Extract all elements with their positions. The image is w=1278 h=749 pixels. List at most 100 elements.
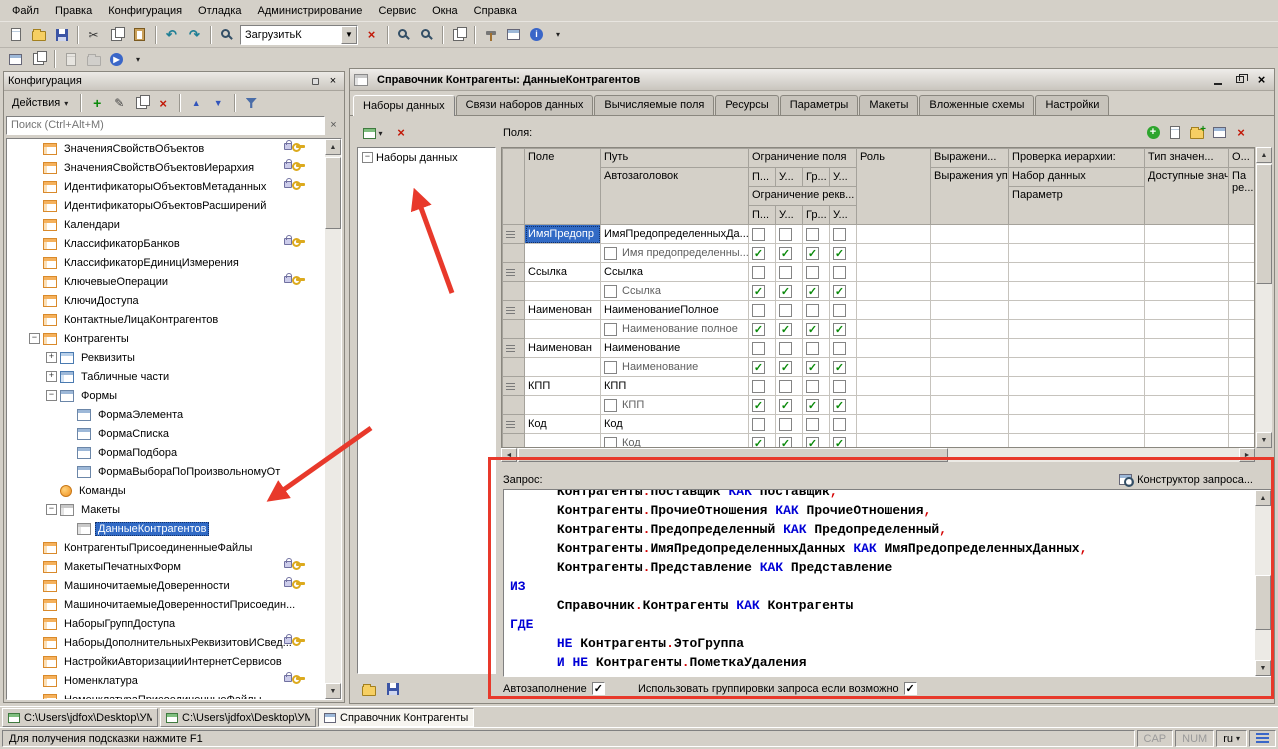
col-p[interactable]: П... bbox=[749, 168, 776, 187]
auto-title-cell[interactable]: Наименование bbox=[601, 358, 749, 377]
empty-cell[interactable] bbox=[1009, 263, 1145, 282]
scroll-up-icon[interactable]: ▲ bbox=[1256, 147, 1272, 163]
checkbox-checked[interactable]: ✓ bbox=[779, 437, 792, 449]
usage-cell[interactable]: ✓ bbox=[803, 434, 830, 449]
usage-cell[interactable]: ✓ bbox=[830, 396, 857, 415]
pin-button[interactable] bbox=[308, 75, 322, 87]
restriction-cell[interactable] bbox=[749, 377, 776, 396]
minimize-button[interactable] bbox=[1209, 72, 1226, 87]
restriction-cell[interactable] bbox=[776, 339, 803, 358]
scroll-down-icon[interactable]: ▼ bbox=[1256, 432, 1272, 448]
col-hierarchy[interactable]: Проверка иерархии: bbox=[1009, 149, 1145, 168]
find-next-button[interactable] bbox=[392, 24, 415, 46]
tree-item[interactable]: КонтактныеЛицаКонтрагентов bbox=[7, 310, 325, 329]
query-scrollbar[interactable]: ▲ ▼ bbox=[1255, 490, 1271, 676]
restriction-cell[interactable] bbox=[776, 225, 803, 244]
scroll-right-icon[interactable]: ► bbox=[1239, 448, 1255, 462]
split-window-button[interactable] bbox=[27, 48, 50, 70]
delete-field-button[interactable]: × bbox=[1231, 123, 1251, 141]
usage-cell[interactable]: ✓ bbox=[776, 358, 803, 377]
expand-icon[interactable]: + bbox=[46, 352, 57, 363]
query-text[interactable]: Контрагенты.Поставщик КАК Поставщик, Кон… bbox=[504, 490, 1255, 676]
query-constructor-link[interactable]: Конструктор запроса... bbox=[1119, 474, 1253, 486]
collapse-icon[interactable]: − bbox=[29, 333, 40, 344]
checkbox-checked[interactable]: ✓ bbox=[806, 323, 819, 336]
tree-item[interactable]: ЗначенияСвойствОбъектов bbox=[7, 139, 325, 158]
tree-item[interactable]: −Макеты bbox=[7, 500, 325, 519]
cut-button[interactable]: ✂ bbox=[82, 24, 105, 46]
checkbox-checked[interactable]: ✓ bbox=[806, 437, 819, 449]
field-name-cell[interactable]: ИмяПредопр bbox=[525, 225, 601, 244]
col-dataset[interactable]: Набор данных bbox=[1009, 168, 1145, 187]
checkbox-unchecked[interactable] bbox=[779, 228, 792, 241]
checkbox-unchecked[interactable] bbox=[833, 380, 846, 393]
tab-8[interactable]: Настройки bbox=[1035, 95, 1109, 115]
row-drag-handle[interactable] bbox=[503, 377, 525, 396]
paste-button[interactable] bbox=[128, 24, 151, 46]
restriction-cell[interactable] bbox=[776, 301, 803, 320]
restriction-cell[interactable] bbox=[803, 225, 830, 244]
col-auto-title[interactable]: Автозаголовок bbox=[601, 168, 749, 225]
footer-save-button[interactable] bbox=[383, 680, 403, 698]
checkbox-checked[interactable]: ✓ bbox=[833, 285, 846, 298]
copy-button[interactable] bbox=[105, 24, 128, 46]
checkbox-unchecked[interactable] bbox=[806, 304, 819, 317]
scroll-left-icon[interactable]: ◄ bbox=[501, 448, 517, 462]
row-drag-handle[interactable] bbox=[503, 301, 525, 320]
open-button[interactable] bbox=[27, 24, 50, 46]
checkbox-unchecked[interactable] bbox=[779, 418, 792, 431]
dcs-window-titlebar[interactable]: Справочник Контрагенты: ДанныеКонтрагент… bbox=[350, 69, 1274, 91]
menu-item[interactable]: Файл bbox=[4, 2, 47, 20]
field-name-cell[interactable]: Код bbox=[525, 415, 601, 434]
checkbox-unchecked[interactable] bbox=[806, 228, 819, 241]
tree-item[interactable]: МакетыПечатныхФорм bbox=[7, 557, 325, 576]
checkbox-checked[interactable]: ✓ bbox=[779, 361, 792, 374]
col-gr[interactable]: Гр... bbox=[803, 168, 830, 187]
checkbox-unchecked[interactable] bbox=[779, 266, 792, 279]
collapse-icon[interactable]: − bbox=[362, 152, 373, 163]
tree-item[interactable]: ФормаПодбора bbox=[7, 443, 325, 462]
checkbox-unchecked[interactable] bbox=[806, 342, 819, 355]
checkbox-unchecked[interactable] bbox=[752, 380, 765, 393]
checkbox-checked[interactable]: ✓ bbox=[779, 323, 792, 336]
tab-2[interactable]: Связи наборов данных bbox=[456, 95, 594, 115]
field-path-cell[interactable]: Ссылка bbox=[601, 263, 749, 282]
empty-cell[interactable] bbox=[1009, 339, 1145, 358]
redo-button[interactable]: ↷ bbox=[183, 24, 206, 46]
checkbox-checked[interactable]: ✓ bbox=[806, 361, 819, 374]
col-available-values[interactable]: Доступные значения bbox=[1145, 168, 1229, 225]
usage-cell[interactable]: ✓ bbox=[803, 244, 830, 263]
add-object-button[interactable]: + bbox=[87, 94, 107, 112]
tree-item[interactable]: ФормаВыбораПоПроизвольномуОт bbox=[7, 462, 325, 481]
usage-cell[interactable]: ✓ bbox=[749, 358, 776, 377]
empty-cell[interactable] bbox=[1145, 339, 1229, 358]
autofill-checkbox-group[interactable]: Автозаполнение ✓ bbox=[503, 682, 605, 695]
col-u[interactable]: У... bbox=[776, 168, 803, 187]
check-config-button[interactable] bbox=[479, 24, 502, 46]
tab-5[interactable]: Параметры bbox=[780, 95, 859, 115]
restriction-cell[interactable] bbox=[749, 263, 776, 282]
tab-6[interactable]: Макеты bbox=[859, 95, 918, 115]
empty-cell[interactable] bbox=[857, 263, 931, 282]
delete-dataset-button[interactable]: × bbox=[391, 123, 411, 141]
tree-item[interactable]: НастройкиАвторизацииИнтернетСервисов bbox=[7, 652, 325, 671]
checkbox-checked[interactable]: ✓ bbox=[833, 247, 846, 260]
scroll-thumb[interactable] bbox=[1255, 575, 1271, 630]
auto-title-cell[interactable]: Код bbox=[601, 434, 749, 449]
menu-item[interactable]: Окна bbox=[424, 2, 466, 20]
tree-item[interactable]: КонтрагентыПрисоединенныеФайлы bbox=[7, 538, 325, 557]
tree-item[interactable]: ЗначенияСвойствОбъектовИерархия bbox=[7, 158, 325, 177]
checkbox-unchecked[interactable] bbox=[779, 380, 792, 393]
clear-search-button[interactable]: × bbox=[360, 24, 383, 46]
language-indicator[interactable]: ru▾ bbox=[1216, 730, 1247, 747]
checkbox-checked[interactable]: ✓ bbox=[833, 323, 846, 336]
usage-cell[interactable]: ✓ bbox=[803, 282, 830, 301]
menu-item[interactable]: Сервис bbox=[370, 2, 424, 20]
checkbox-unchecked[interactable] bbox=[604, 361, 617, 374]
checkbox-unchecked[interactable] bbox=[833, 304, 846, 317]
tree-item[interactable]: НаборыГруппДоступа bbox=[7, 614, 325, 633]
empty-cell[interactable] bbox=[857, 339, 931, 358]
tree-item[interactable]: МашиночитаемыеДоверенностиПрисоедин... bbox=[7, 595, 325, 614]
checkbox-unchecked[interactable] bbox=[806, 266, 819, 279]
checkbox-unchecked[interactable] bbox=[779, 304, 792, 317]
